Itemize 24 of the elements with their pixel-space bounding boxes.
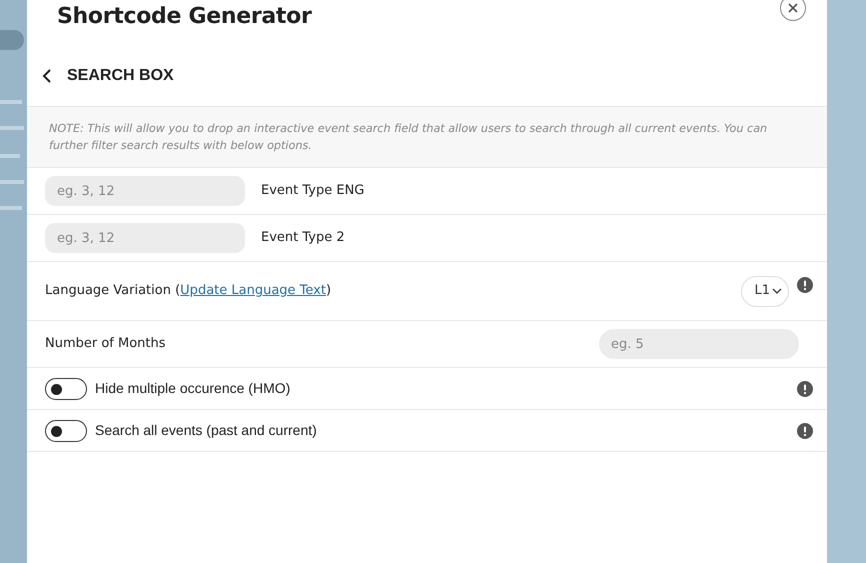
note-text: NOTE: This will allow you to drop an interactive event search field that allow users to search through all current events. You can further filter search results with below options. (49, 121, 768, 154)
field-label: Event Type ENG (261, 182, 364, 200)
back-icon (41, 68, 53, 84)
toggle-label: Hide multiple occurence (HMO) (95, 379, 290, 398)
modal-title: Shortcode Generator (57, 3, 312, 31)
info-icon[interactable] (797, 422, 813, 438)
toggle-switch[interactable] (45, 378, 87, 400)
back-button[interactable] (41, 68, 53, 84)
language-select[interactable]: L1 (741, 276, 789, 306)
option-label: Language Variation (Update Language Text) (45, 282, 332, 300)
info-icon[interactable] (797, 380, 813, 396)
update-language-link[interactable]: Update Language Text (180, 283, 326, 298)
section-title: SEARCH BOX (67, 66, 174, 86)
toggle-label: Search all events (past and current) (95, 421, 317, 440)
text-field[interactable]: eg. 3, 12 (45, 223, 245, 253)
close-button[interactable] (780, 0, 806, 21)
text-field[interactable]: eg. 3, 12 (45, 176, 245, 206)
option-label: Number of Months (45, 335, 166, 354)
close-icon (787, 2, 799, 14)
toggle-switch[interactable] (45, 420, 87, 442)
field-label: Event Type 2 (261, 229, 345, 248)
info-icon[interactable] (797, 277, 813, 293)
caret-icon (772, 287, 782, 295)
number-field[interactable]: eg. 5 (599, 329, 799, 359)
